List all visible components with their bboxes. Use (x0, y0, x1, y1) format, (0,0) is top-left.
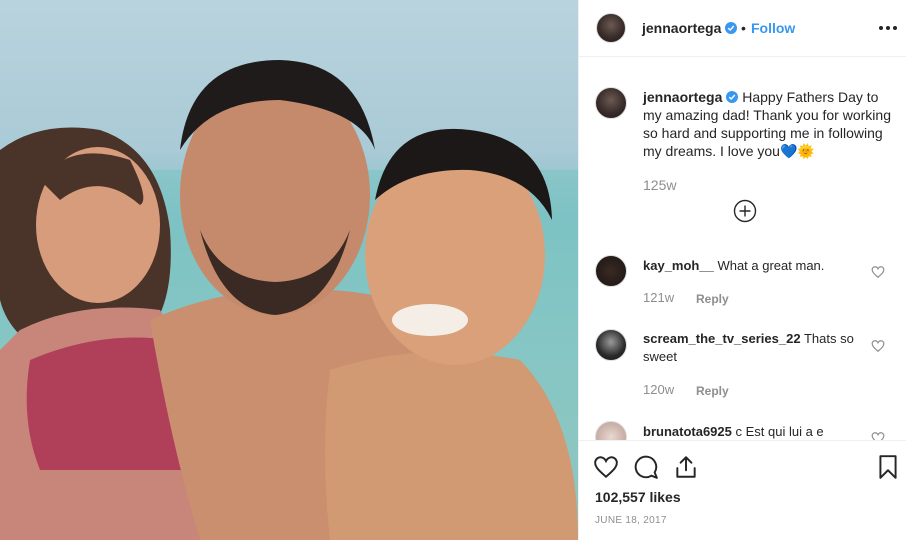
post-date[interactable]: JUNE 18, 2017 (595, 515, 667, 526)
verified-badge-icon (726, 91, 739, 103)
comment-text: c Est qui lui a e (735, 424, 824, 439)
comment-text: What a great man. (717, 258, 825, 273)
commenter-avatar[interactable] (595, 255, 627, 287)
comment-like-heart-icon[interactable] (871, 339, 885, 353)
bookmark-icon[interactable] (875, 454, 901, 480)
follow-button[interactable]: Follow (751, 20, 795, 36)
comment-timestamp[interactable]: 121w (643, 290, 674, 305)
commenter-avatar[interactable] (595, 421, 627, 440)
post-actions-bar: 102,557 likes JUNE 18, 2017 (579, 440, 906, 541)
share-icon[interactable] (673, 454, 699, 480)
verified-badge-icon (725, 22, 738, 34)
reply-button[interactable]: Reply (696, 384, 729, 398)
photo-illustration (0, 60, 578, 540)
reply-button[interactable]: Reply (696, 292, 729, 306)
caption-timestamp[interactable]: 125w (643, 177, 676, 193)
load-more-comments-icon[interactable] (733, 199, 757, 223)
post-photo[interactable] (0, 0, 578, 540)
comment-body: scream_the_tv_series_22 Thats so sweet (643, 330, 863, 366)
comment-like-heart-icon[interactable] (871, 431, 885, 440)
commenter-username[interactable]: kay_moh__ (643, 258, 714, 273)
author-username[interactable]: jennaortega (642, 20, 721, 36)
likes-count[interactable]: 102,557 likes (595, 489, 681, 505)
comment-icon[interactable] (633, 454, 659, 480)
comment-timestamp[interactable]: 120w (643, 382, 674, 397)
post-side-panel: jennaortega • Follow jennaortega Happy F… (578, 0, 906, 541)
caption-author-avatar[interactable] (595, 87, 627, 119)
comments-scroll-area[interactable]: jennaortega Happy Fathers Day to my amaz… (579, 57, 906, 440)
header-separator: • (741, 20, 746, 36)
more-options-icon[interactable] (878, 18, 898, 38)
post-caption: jennaortega Happy Fathers Day to my amaz… (643, 88, 893, 160)
comment-body: brunatota6925 c Est qui lui a e (643, 423, 863, 440)
commenter-username[interactable]: brunatota6925 (643, 424, 732, 439)
post-header: jennaortega • Follow (579, 0, 906, 57)
author-avatar[interactable] (596, 13, 626, 43)
commenter-avatar[interactable] (595, 329, 627, 361)
commenter-username[interactable]: scream_the_tv_series_22 (643, 331, 801, 346)
comment-body: kay_moh__ What a great man. (643, 257, 863, 275)
heart-icon[interactable] (593, 454, 619, 480)
comment-like-heart-icon[interactable] (871, 265, 885, 279)
author-username-row: jennaortega (642, 20, 738, 38)
caption-author-username[interactable]: jennaortega (643, 89, 722, 105)
